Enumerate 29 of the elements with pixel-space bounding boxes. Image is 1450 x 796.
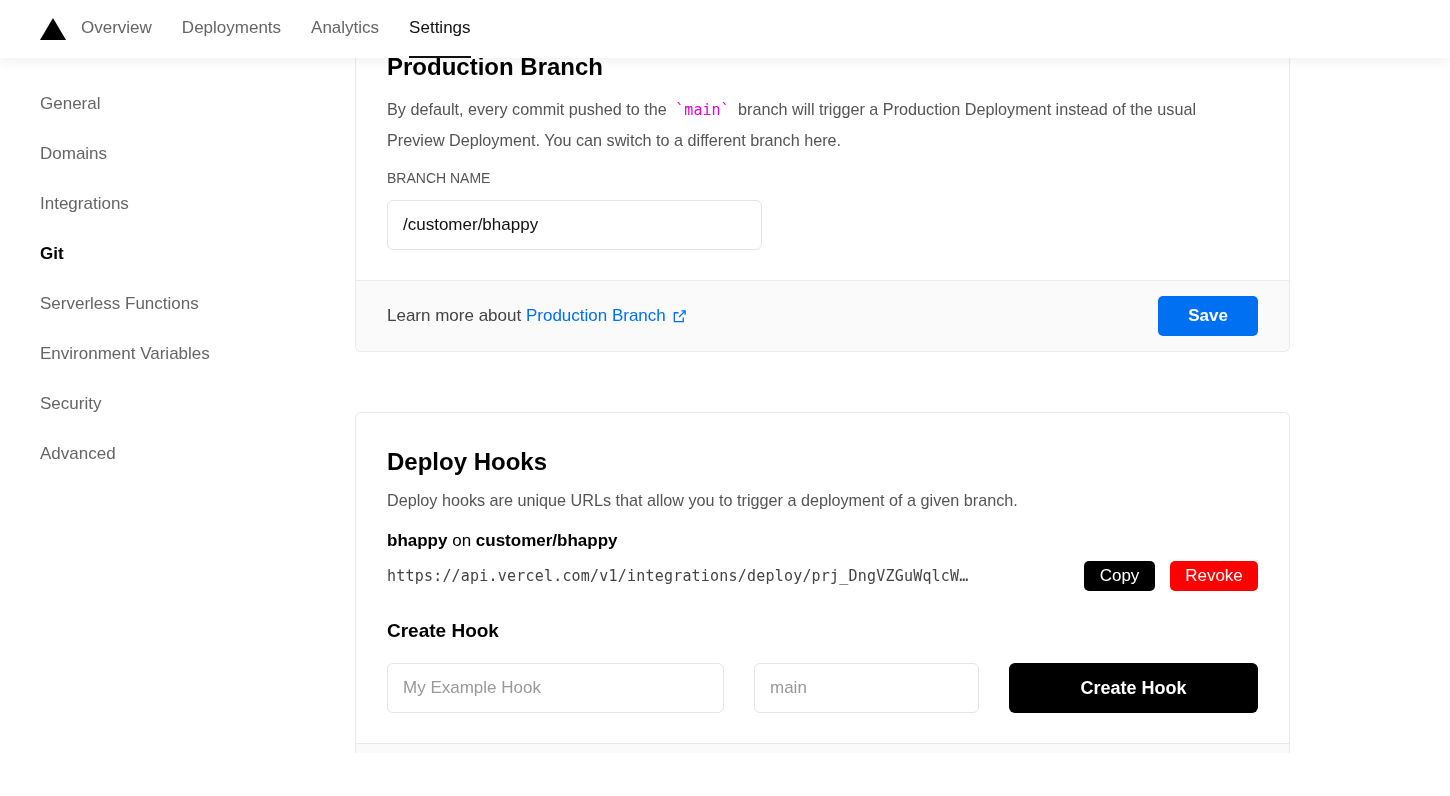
subsection-title: Create Hook (387, 619, 500, 643)
sidebar-item[interactable]: Git (40, 242, 64, 265)
nav-tab[interactable]: Analytics (311, 0, 380, 58)
section-description: By default, every commit pushed to the `main` branch will trigger a Production Deployment instead of the usual Preview Deployment. You can switch to a different branch here. (387, 99, 1197, 151)
field-label: BRANCH NAME (387, 169, 491, 188)
external-link-icon (671, 308, 687, 324)
nav-tab[interactable]: Deployments (181, 0, 282, 58)
copy-button[interactable]: Copy (1084, 561, 1155, 591)
production-branch-link[interactable]: Production Branch (525, 306, 687, 326)
sidebar-item[interactable]: Security (40, 392, 102, 415)
branch-name-field[interactable]: /customer/bhappy (387, 200, 762, 250)
sidebar-item[interactable]: General (40, 92, 101, 115)
section-title: Deploy Hooks (387, 447, 549, 477)
revoke-button[interactable]: Revoke (1170, 561, 1258, 591)
sidebar-item[interactable]: Environment Variables (40, 342, 210, 365)
sidebar-item[interactable]: Domains (40, 142, 108, 165)
hook-name-field[interactable]: My Example Hook (387, 663, 724, 713)
footer-text: Learn more about Production Branch (387, 306, 687, 326)
save-button[interactable]: Save (1158, 296, 1258, 336)
section-description: Deploy hooks are unique URLs that allow you to trigger a deployment of a given branch. (387, 490, 1019, 511)
hook-url: https://api.vercel.com/v1/integrations/deploy/prj_DngVZGuWqlcW… (387, 567, 970, 585)
sidebar-item[interactable]: Advanced (40, 442, 116, 465)
create-hook-button[interactable]: Create Hook (1009, 663, 1258, 713)
nav-tab[interactable]: Overview (81, 0, 152, 58)
branch-field[interactable]: main (754, 663, 979, 713)
triangle-logo-icon[interactable] (40, 18, 66, 40)
hook-title: bhappy on customer/bhappy (387, 530, 619, 552)
sidebar-item[interactable]: Integrations (40, 192, 129, 215)
sidebar-item[interactable]: Serverless Functions (40, 292, 199, 315)
